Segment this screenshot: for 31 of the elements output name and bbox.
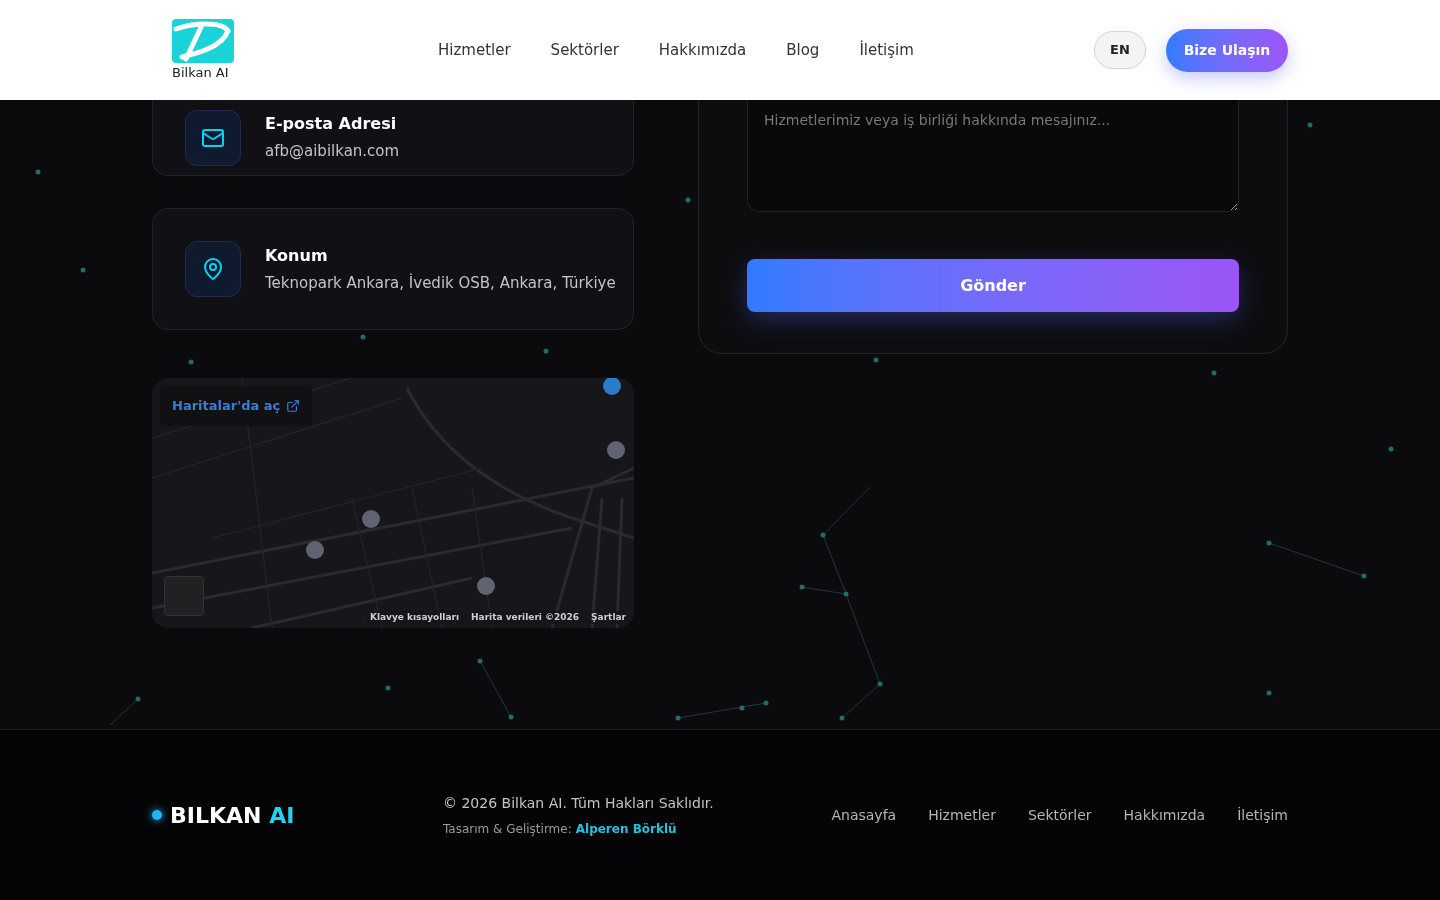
logo-icon (172, 19, 234, 63)
open-in-maps-link[interactable]: Haritalar'da aç (160, 386, 313, 426)
map-attribution-link[interactable]: Klavye kısayolları (369, 610, 460, 624)
card-value: afb@aibilkan.com (265, 141, 400, 163)
card-title: E-posta Adresi (265, 113, 398, 136)
logo-text: Bilkan AI (172, 65, 229, 81)
copyright-text: © 2026 Bilkan AI. Tüm Hakları Saklıdır. (443, 793, 714, 813)
footer-link[interactable]: Sektörler (1027, 804, 1092, 826)
message-field[interactable]: Hizmetlerimiz veya iş birliği hakkında mesajınız... (747, 100, 1239, 212)
language-button[interactable]: EN (1094, 31, 1146, 69)
nav-link[interactable]: Sektörler (550, 38, 619, 62)
map-attribution-link[interactable]: Harita verileri ©2026 (471, 610, 580, 624)
footer-link[interactable]: Hakkımızda (1123, 804, 1206, 826)
nav-link[interactable]: İletişim (859, 38, 914, 62)
credit-label: Tasarım & Geliştirme: (443, 820, 572, 838)
footer-link[interactable]: Hizmetler (928, 804, 996, 826)
credit-link[interactable]: Alperen Börklü (575, 819, 677, 838)
map-pin-icon (201, 257, 225, 281)
footer-link[interactable]: Anasayfa (831, 804, 897, 826)
nav-link[interactable]: Hakkımızda (658, 38, 747, 62)
nav-link[interactable]: Blog (786, 38, 820, 62)
footer-brand: BILKAN AI (170, 801, 295, 830)
card-value: Teknopark Ankara, İvedik OSB, Ankara, Türkiye (265, 272, 616, 294)
map-attribution-link[interactable]: Şartlar (591, 610, 626, 624)
card-title: Konum (265, 244, 329, 267)
submit-button[interactable]: Gönder (747, 259, 1239, 312)
external-link-icon (286, 398, 301, 413)
contact-button[interactable]: Bize Ulaşın (1166, 28, 1288, 72)
nav-link[interactable]: Hizmetler (438, 38, 511, 62)
footer-link[interactable]: İletişim (1237, 804, 1288, 826)
map-type-button[interactable] (164, 576, 204, 616)
